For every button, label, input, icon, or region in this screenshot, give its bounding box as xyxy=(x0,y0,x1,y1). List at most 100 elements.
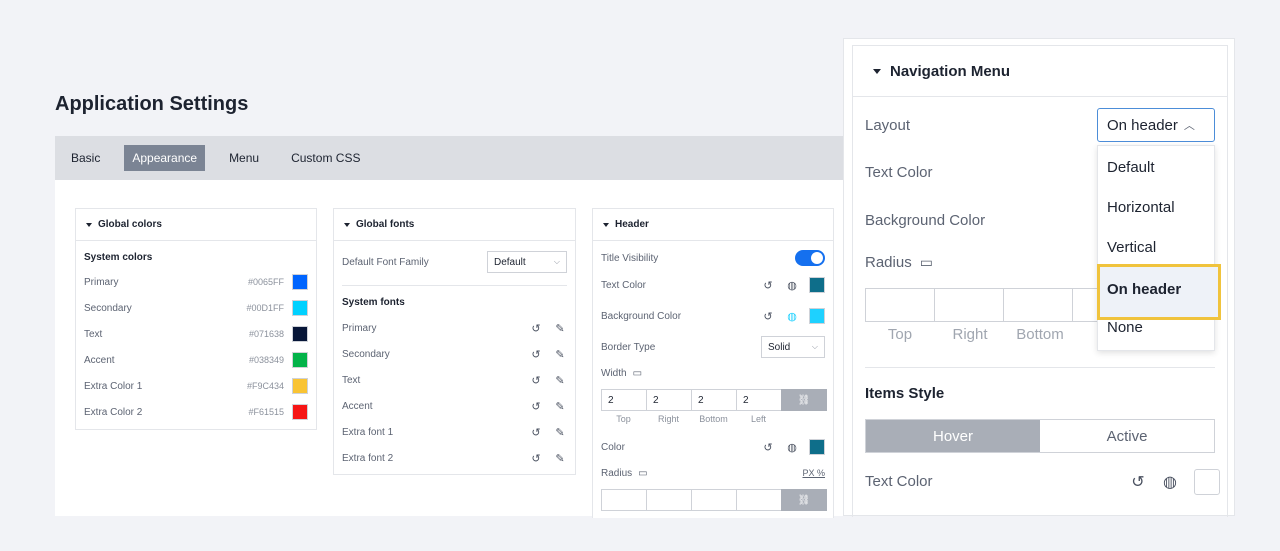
color-swatch[interactable] xyxy=(292,300,308,316)
reset-icon[interactable]: ↺ xyxy=(529,425,543,439)
layout-select[interactable]: On header ︿ xyxy=(1097,108,1215,142)
navigation-menu-header[interactable]: Navigation Menu xyxy=(852,45,1228,97)
radius-left-input[interactable] xyxy=(736,489,782,511)
link-icon[interactable]: ⛓ xyxy=(781,489,827,511)
globe-icon[interactable]: ◍ xyxy=(785,278,799,292)
font-row-extra-1: Extra font 1 ↺ ✎ xyxy=(342,421,567,443)
pencil-icon[interactable]: ✎ xyxy=(553,425,567,439)
dropdown-option-none[interactable]: None xyxy=(1107,319,1143,336)
width-bottom-input[interactable]: 2 xyxy=(691,389,737,411)
color-row-extra-1: Extra Color 1 #F9C434 xyxy=(84,375,308,397)
pencil-icon[interactable]: ✎ xyxy=(553,347,567,361)
reset-icon[interactable]: ↺ xyxy=(761,440,775,454)
pencil-icon[interactable]: ✎ xyxy=(553,399,567,413)
reset-icon[interactable]: ↺ xyxy=(529,451,543,465)
pencil-icon[interactable]: ✎ xyxy=(553,373,567,387)
monitor-icon: ▭ xyxy=(919,254,933,270)
header-card-header[interactable]: Header xyxy=(593,209,833,241)
header-card-title: Header xyxy=(615,219,649,230)
link-icon[interactable]: ⛓ xyxy=(781,389,827,411)
reset-icon[interactable]: ↺ xyxy=(529,399,543,413)
radius-right-input[interactable] xyxy=(646,489,692,511)
reset-icon[interactable]: ↺ xyxy=(529,321,543,335)
dropdown-option-horizontal[interactable]: Horizontal xyxy=(1107,199,1175,216)
color-swatch[interactable] xyxy=(292,378,308,394)
side-label-top: Top xyxy=(616,414,631,424)
tab-custom-css[interactable]: Custom CSS xyxy=(283,145,368,171)
font-row-text: Text ↺ ✎ xyxy=(342,369,567,391)
width-left-input[interactable]: 2 xyxy=(736,389,782,411)
color-swatch[interactable] xyxy=(292,326,308,342)
tab-appearance[interactable]: Appearance xyxy=(124,145,206,171)
pencil-icon[interactable]: ✎ xyxy=(553,321,567,335)
color-row-secondary: Secondary #00D1FF xyxy=(84,297,308,319)
global-fonts-title: Global fonts xyxy=(356,219,415,230)
navigation-menu-panel: Navigation Menu Layout On header ︿ Text … xyxy=(843,38,1235,517)
layout-dropdown: Default Horizontal Vertical None xyxy=(1097,145,1215,351)
items-text-color-swatch[interactable] xyxy=(1194,469,1220,495)
color-row-primary: Primary #0065FF xyxy=(84,271,308,293)
title-visibility-toggle[interactable] xyxy=(795,250,825,266)
color-label: Secondary xyxy=(84,302,132,314)
collapse-triangle-icon xyxy=(344,222,350,227)
background-color-label: Background Color xyxy=(601,310,682,322)
nav-radius-right-input[interactable] xyxy=(934,288,1004,322)
collapse-triangle-icon xyxy=(603,222,609,227)
dropdown-option-on-header[interactable]: On header xyxy=(1097,264,1221,320)
color-swatch[interactable] xyxy=(292,404,308,420)
nav-text-color-label: Text Color xyxy=(865,164,933,181)
default-font-label: Default Font Family xyxy=(342,256,429,268)
globe-icon[interactable]: ◍ xyxy=(785,440,799,454)
reset-icon[interactable]: ↺ xyxy=(1128,472,1148,492)
font-label: Text xyxy=(342,374,361,386)
color-hex: #00D1FF xyxy=(246,303,284,313)
width-label: Width xyxy=(601,367,627,379)
globe-icon[interactable]: ◍ xyxy=(785,309,799,323)
tab-basic[interactable]: Basic xyxy=(63,145,108,171)
radius-label-right: Right xyxy=(952,326,988,343)
dropdown-option-default[interactable]: Default xyxy=(1107,159,1155,176)
width-top-input[interactable]: 2 xyxy=(601,389,647,411)
collapse-triangle-icon xyxy=(86,222,92,227)
segment-active[interactable]: Active xyxy=(1040,420,1214,452)
segment-hover[interactable]: Hover xyxy=(866,420,1040,452)
reset-icon[interactable]: ↺ xyxy=(761,278,775,292)
globe-icon[interactable]: ◍ xyxy=(1160,472,1180,492)
nav-background-color-label: Background Color xyxy=(865,212,986,229)
side-label-bottom: Bottom xyxy=(699,414,728,424)
pencil-icon[interactable]: ✎ xyxy=(553,451,567,465)
color-label: Color xyxy=(601,441,625,453)
default-font-row: Default Font Family Default ⌵ xyxy=(342,251,567,273)
reset-icon[interactable]: ↺ xyxy=(761,309,775,323)
text-color-swatch[interactable] xyxy=(809,277,825,293)
nav-radius-bottom-input[interactable] xyxy=(1003,288,1073,322)
color-label: Extra Color 2 xyxy=(84,406,143,418)
reset-icon[interactable]: ↺ xyxy=(529,373,543,387)
dropdown-option-vertical[interactable]: Vertical xyxy=(1107,239,1156,256)
radius-inputs: ⛓ xyxy=(601,489,827,511)
nav-radius-top-input[interactable] xyxy=(865,288,935,322)
color-hex: #F9C434 xyxy=(246,381,284,391)
width-right-input[interactable]: 2 xyxy=(646,389,692,411)
units-toggle[interactable]: PX % xyxy=(802,468,825,478)
border-color-swatch[interactable] xyxy=(809,439,825,455)
tab-menu[interactable]: Menu xyxy=(221,145,267,171)
radius-top-input[interactable] xyxy=(601,489,647,511)
color-hex: #0065FF xyxy=(247,277,284,287)
layout-value: On header xyxy=(1107,116,1178,134)
reset-icon[interactable]: ↺ xyxy=(529,347,543,361)
color-swatch[interactable] xyxy=(292,274,308,290)
global-fonts-header[interactable]: Global fonts xyxy=(334,209,575,241)
settings-tabs: Basic Appearance Menu Custom CSS xyxy=(55,136,845,180)
radius-bottom-input[interactable] xyxy=(691,489,737,511)
border-type-label: Border Type xyxy=(601,341,656,353)
font-label: Secondary xyxy=(342,348,390,360)
color-hex: #038349 xyxy=(248,355,284,365)
background-color-swatch[interactable] xyxy=(809,308,825,324)
color-swatch[interactable] xyxy=(292,352,308,368)
title-visibility-row: Title Visibility xyxy=(601,247,825,269)
border-type-select[interactable]: Solid ⌵ xyxy=(761,336,825,358)
nav-radius-label: Radius xyxy=(865,254,912,271)
default-font-select[interactable]: Default ⌵ xyxy=(487,251,567,273)
global-colors-header[interactable]: Global colors xyxy=(76,209,316,241)
